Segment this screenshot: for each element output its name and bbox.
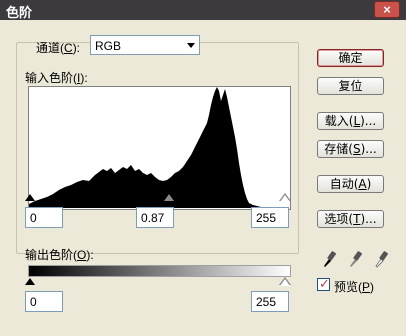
window-title: 色阶 — [6, 6, 33, 21]
input-black-field[interactable]: 0 — [25, 207, 63, 228]
histogram — [28, 86, 291, 210]
channel-select[interactable]: RGB — [90, 35, 200, 55]
black-point-eyedropper-icon[interactable] — [320, 248, 336, 268]
input-white-slider[interactable] — [280, 195, 290, 202]
checkmark-icon: ✓ — [319, 276, 330, 291]
histogram-shape — [29, 87, 269, 208]
output-gradient-bar — [28, 265, 291, 277]
output-black-slider[interactable] — [25, 278, 35, 285]
ok-button[interactable]: 确定 — [317, 49, 384, 67]
output-black-field[interactable]: 0 — [25, 291, 63, 312]
preview-label[interactable]: 预览(P) — [334, 278, 374, 295]
input-black-slider[interactable] — [25, 194, 35, 201]
output-white-slider[interactable] — [280, 279, 290, 286]
histogram-graph — [29, 87, 269, 208]
levels-dialog: 色阶 × 通道(C): RGB 输入色阶(I): 0 0.87 255 输出色阶… — [0, 0, 406, 336]
channel-label: 通道(C): — [36, 41, 81, 55]
channel-selected-value: RGB — [95, 39, 122, 53]
load-button[interactable]: 载入(L)... — [317, 112, 384, 130]
close-button[interactable]: × — [374, 1, 400, 18]
input-gamma-field[interactable]: 0.87 — [136, 207, 174, 228]
auto-button[interactable]: 自动(A) — [317, 175, 384, 193]
title-bar[interactable]: 色阶 × — [0, 0, 406, 21]
input-gamma-slider[interactable] — [164, 194, 174, 201]
white-point-eyedropper-icon[interactable] — [372, 248, 388, 268]
input-white-field[interactable]: 255 — [251, 207, 289, 228]
preview-checkbox[interactable]: ✓ — [317, 276, 330, 291]
dialog-body: 通道(C): RGB 输入色阶(I): 0 0.87 255 输出色阶(O): — [3, 20, 403, 333]
options-button[interactable]: 选项(T)... — [317, 210, 384, 228]
output-white-field[interactable]: 255 — [251, 291, 289, 312]
save-button[interactable]: 存储(S)... — [317, 140, 384, 158]
chevron-down-icon — [187, 43, 195, 48]
reset-button[interactable]: 复位 — [317, 77, 384, 95]
output-levels-label: 输出色阶(O): — [25, 248, 94, 262]
gray-point-eyedropper-icon[interactable] — [346, 248, 362, 268]
input-levels-label: 输入色阶(I): — [25, 71, 88, 85]
